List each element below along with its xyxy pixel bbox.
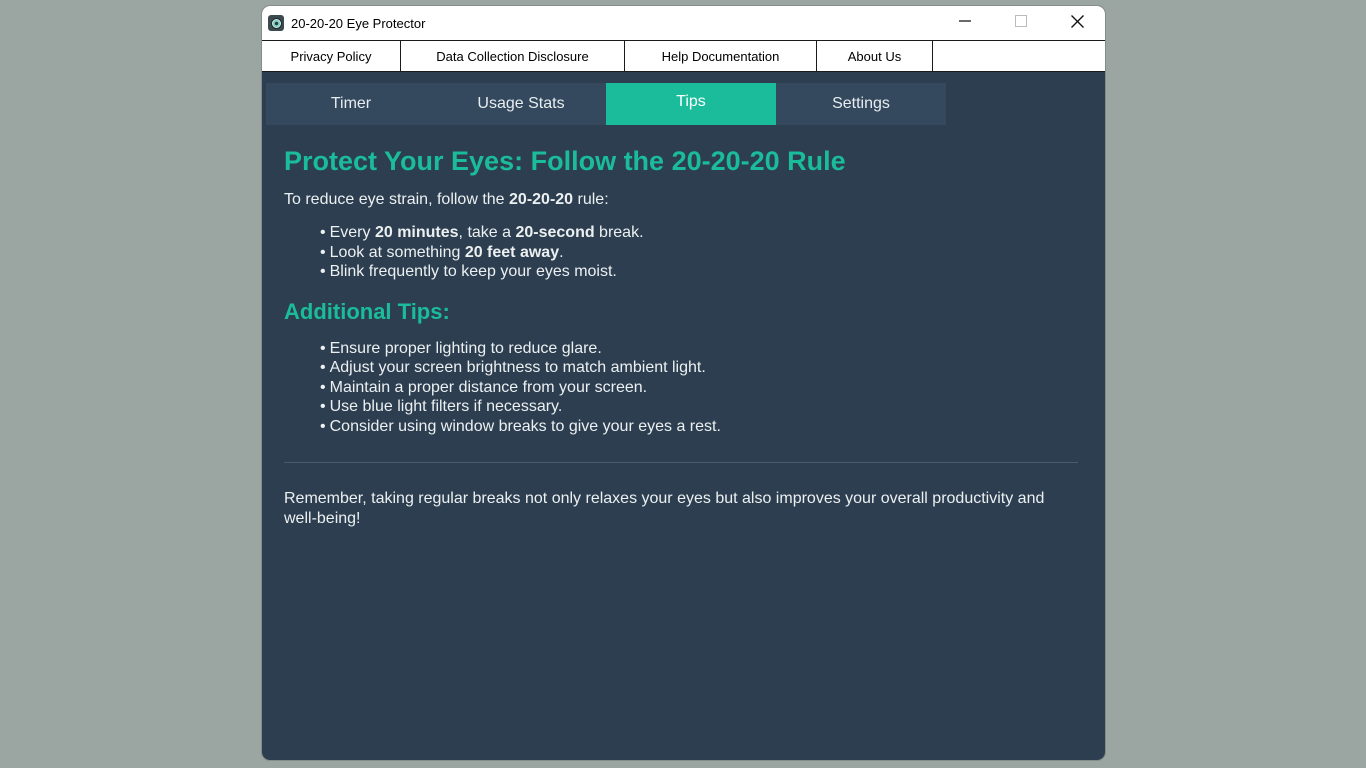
list-item: Look at something 20 feet away. xyxy=(320,243,1080,263)
tab-bar: Timer Usage Stats Tips Settings xyxy=(266,83,946,125)
tab-settings[interactable]: Settings xyxy=(776,83,946,125)
menu-item-data-collection-disclosure[interactable]: Data Collection Disclosure xyxy=(401,41,625,71)
menu-item-help-documentation[interactable]: Help Documentation xyxy=(625,41,817,71)
additional-tips-heading: Additional Tips: xyxy=(284,298,450,324)
window-controls xyxy=(937,6,1105,40)
list-item: Every 20 minutes, take a 20-second break… xyxy=(320,223,1080,243)
close-icon xyxy=(1070,14,1084,28)
list-item: Consider using window breaks to give you… xyxy=(320,417,1080,437)
list-item: Use blue light filters if necessary. xyxy=(320,397,1080,417)
app-window: 20-20-20 Eye Protector Privacy Policy Da… xyxy=(262,6,1105,760)
title-bar[interactable]: 20-20-20 Eye Protector xyxy=(262,6,1105,40)
list-item: Adjust your screen brightness to match a… xyxy=(320,358,1080,378)
tab-timer[interactable]: Timer xyxy=(266,83,436,125)
tab-tips[interactable]: Tips xyxy=(606,83,776,125)
maximize-button[interactable] xyxy=(993,6,1049,36)
close-button[interactable] xyxy=(1049,6,1105,36)
rule-list: Every 20 minutes, take a 20-second break… xyxy=(284,223,1080,282)
page-title: Protect Your Eyes: Follow the 20-20-20 R… xyxy=(284,146,846,176)
list-item: Ensure proper lighting to reduce glare. xyxy=(320,339,1080,359)
list-item: Blink frequently to keep your eyes moist… xyxy=(320,262,1080,282)
tips-content: Protect Your Eyes: Follow the 20-20-20 R… xyxy=(284,144,1080,529)
maximize-icon xyxy=(1015,15,1027,27)
divider xyxy=(284,462,1078,463)
minimize-icon xyxy=(959,20,971,22)
menu-bar: Privacy Policy Data Collection Disclosur… xyxy=(262,40,1105,72)
minimize-button[interactable] xyxy=(937,6,993,36)
list-item: Maintain a proper distance from your scr… xyxy=(320,378,1080,398)
eye-app-icon xyxy=(268,15,284,31)
menu-item-privacy-policy[interactable]: Privacy Policy xyxy=(262,41,401,71)
menu-item-about-us[interactable]: About Us xyxy=(817,41,933,71)
window-title: 20-20-20 Eye Protector xyxy=(291,15,426,31)
additional-tips-list: Ensure proper lighting to reduce glare. … xyxy=(284,339,1080,437)
closing-text: Remember, taking regular breaks not only… xyxy=(284,490,1045,527)
intro-text: To reduce eye strain, follow the 20-20-2… xyxy=(284,191,609,208)
tab-usage-stats[interactable]: Usage Stats xyxy=(436,83,606,125)
